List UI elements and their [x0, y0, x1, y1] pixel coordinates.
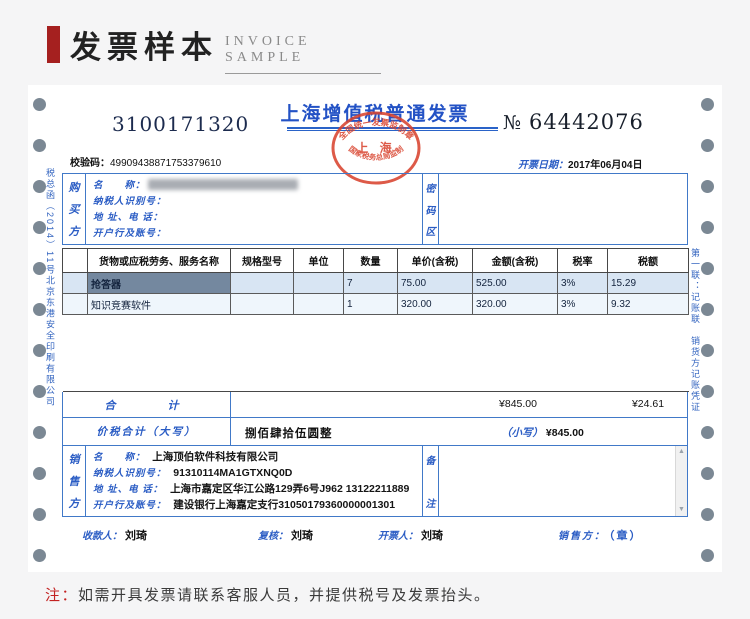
seller-taxid: 91310114MA1GTXNQ0D [173, 466, 293, 479]
issue-date-value: 2017年06月04日 [568, 160, 643, 171]
seller-name: 上海顶伯软件科技有限公司 [152, 450, 279, 463]
invoice-code: 3100171320 [112, 112, 250, 136]
item-name: 抢答器 [87, 272, 231, 294]
perforation-dot [701, 508, 714, 521]
buyer-name-row: 名 称： [93, 179, 422, 192]
remark-label: 备 注 [422, 446, 439, 516]
grand-total-label: 价税合计（大写） [63, 418, 231, 445]
checksum-value: 49909438871753379610 [110, 158, 222, 169]
invoice-number: № 64442076 [503, 110, 644, 134]
remark-area: ▲ ▼ [439, 446, 687, 516]
page-subtitle: INVOICE SAMPLE [225, 34, 381, 74]
items-table: 货物或应税劳务、服务名称 规格型号 单位 数量 单价(含税) 金额(含税) 税率… [62, 248, 689, 392]
table-row: 抢答器 7 75.00 525.00 3% 15.29 [62, 272, 689, 294]
buyer-box: 购 买 方 名 称： 纳税人识别号： 地 址、电 话： 开户行及账号： 密 码 … [62, 173, 688, 245]
page-title: 发票样本 [70, 30, 218, 65]
scroll-down-icon[interactable]: ▼ [676, 505, 687, 515]
grand-total-row: 价税合计（大写） 捌佰肆拾伍圆整 （小写） ¥845.00 [62, 418, 688, 445]
perforation-dot [701, 303, 714, 316]
buyer-bank-row: 开户行及账号： [93, 227, 167, 239]
buyer-fields: 名 称： 纳税人识别号： 地 址、电 话： 开户行及账号： [86, 174, 422, 244]
perforation-dot [33, 139, 46, 152]
perforation-dot [701, 180, 714, 193]
header-accent-bar [47, 26, 60, 63]
seller-bank-row: 开户行及账号： 建设银行上海嘉定支行31050179360000001301 [93, 498, 396, 511]
buyer-name-redacted [148, 179, 299, 191]
table-empty-space [62, 314, 689, 392]
total-label: 合 计 [63, 392, 231, 417]
buyer-party-label: 购 买 方 [63, 174, 86, 244]
perforation-dot [701, 221, 714, 234]
grand-total-numeric: （小写） ¥845.00 [501, 427, 584, 439]
password-zone-label: 密 码 区 [422, 174, 439, 244]
copy-info-vertical-text: 第一联：记账联 销货方记账凭证 [690, 248, 700, 413]
perforation-dot [701, 98, 714, 111]
perforation-dot [701, 344, 714, 357]
signature-row: 收款人： 刘琦 复核： 刘琦 开票人： 刘琦 销售方： （章） [62, 527, 688, 545]
seller-name-row: 名 称： 上海顶伯软件科技有限公司 [93, 450, 279, 463]
seller-seal: 销售方： （章） [558, 530, 643, 542]
perforation-dot [33, 98, 46, 111]
perforation-dot [33, 467, 46, 480]
seller-box: 销 售 方 名 称： 上海顶伯软件科技有限公司 纳税人识别号： 91310114… [62, 445, 688, 517]
payee-signature: 收款人： 刘琦 [82, 530, 147, 542]
perforation-dot [701, 385, 714, 398]
perforation-dot [701, 549, 714, 562]
seller-bank: 建设银行上海嘉定支行31050179360000001301 [173, 498, 396, 511]
total-amount: ¥845.00 [499, 398, 537, 410]
numero-symbol: № [503, 112, 521, 134]
seller-taxid-row: 纳税人识别号： 91310114MA1GTXNQ0D [93, 466, 293, 479]
items-header-row: 货物或应税劳务、服务名称 规格型号 单位 数量 单价(含税) 金额(含税) 税率… [62, 248, 689, 273]
perforation-dot [33, 549, 46, 562]
perforation-dot [701, 262, 714, 275]
checksum-line: 校验码：49909438871753379610 [70, 158, 222, 169]
perforation-dot [701, 426, 714, 439]
scroll-up-icon[interactable]: ▲ [676, 447, 687, 457]
footer-note: 注：如需开具发票请联系客服人员，并提供税号及发票抬头。 [45, 587, 491, 604]
perforation-dot [33, 508, 46, 521]
issue-date-line: 开票日期：2017年06月04日 [518, 160, 643, 171]
print-company-vertical-text: 税总函（2014）11号北京东港安全印刷有限公司 [45, 168, 55, 408]
total-tax: ¥24.61 [631, 398, 665, 410]
issuer-signature: 开票人： 刘琦 [378, 530, 443, 542]
password-zone-area [439, 174, 687, 244]
seller-fields: 名 称： 上海顶伯软件科技有限公司 纳税人识别号： 91310114MA1GTX… [86, 446, 422, 516]
remark-scrollbar[interactable]: ▲ ▼ [675, 446, 687, 516]
perforation-dot [701, 467, 714, 480]
grand-total-in-words: 捌佰肆拾伍圆整 [245, 428, 333, 440]
perforation-dot [701, 139, 714, 152]
seller-address-row: 地 址、电 话： 上海市嘉定区华江公路129弄6号J962 1312221188… [93, 482, 410, 495]
table-row: 知识竞赛软件 1 320.00 320.00 3% 9.32 [62, 293, 689, 315]
buyer-taxid-row: 纳税人识别号： [93, 195, 167, 207]
reviewer-signature: 复核： 刘琦 [258, 530, 313, 542]
total-row: 合 计 ¥845.00 ¥24.61 [62, 392, 688, 418]
seller-address: 上海市嘉定区华江公路129弄6号J962 13122211889 [170, 482, 410, 495]
seller-party-label: 销 售 方 [63, 446, 86, 516]
buyer-address-row: 地 址、电 话： [93, 211, 164, 223]
item-name: 知识竞赛软件 [87, 293, 231, 315]
